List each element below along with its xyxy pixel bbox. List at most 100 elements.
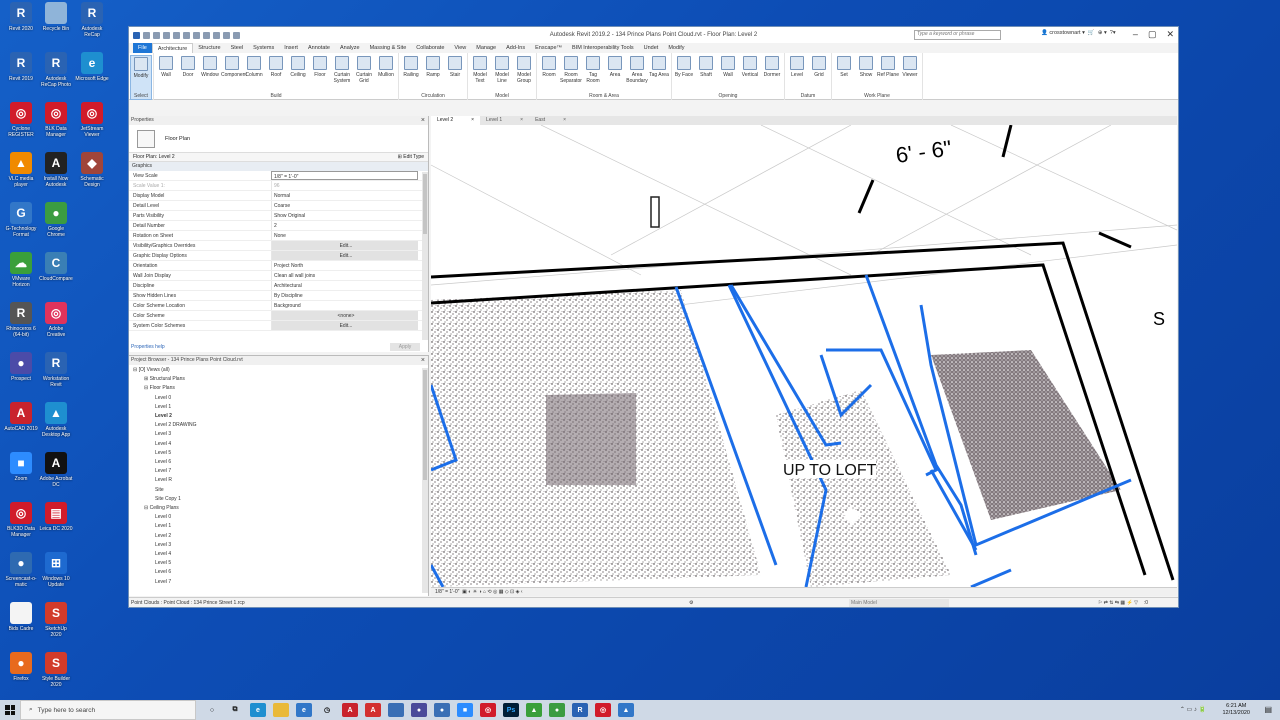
- photoshop-icon[interactable]: Ps: [503, 703, 519, 717]
- 3d-view-icon[interactable]: [213, 31, 220, 39]
- close-icon[interactable]: ×: [563, 116, 566, 125]
- browser-item[interactable]: Level 2: [129, 532, 428, 541]
- type-selector[interactable]: Floor Plan: [129, 125, 428, 153]
- autocad-icon[interactable]: A: [342, 703, 358, 717]
- desktop-icon[interactable]: R Revit 2020: [4, 2, 38, 38]
- desktop-icon[interactable]: A AutoCAD 2019: [4, 402, 38, 438]
- property-value[interactable]: Background: [271, 301, 428, 310]
- acrobat-icon[interactable]: A: [365, 703, 381, 717]
- desktop-icon[interactable]: R Rhinoceros 6 (64-bit): [4, 302, 38, 338]
- close-icon[interactable]: ×: [421, 356, 425, 365]
- vmware-icon[interactable]: ●: [411, 703, 427, 717]
- maximize-icon[interactable]: ▢: [1148, 29, 1157, 40]
- desktop-icon[interactable]: Bids Cadre: [4, 602, 38, 638]
- properties-scrollbar[interactable]: [422, 172, 428, 340]
- close-hidden-icon[interactable]: [233, 31, 240, 39]
- notifications-icon[interactable]: ▤: [1264, 705, 1272, 714]
- jetstream-icon[interactable]: ◎: [595, 703, 611, 717]
- property-row[interactable]: Visibility/Graphics Overrides Edit...: [129, 241, 428, 251]
- browser-item[interactable]: Level 6: [129, 458, 428, 467]
- desktop-icon[interactable]: R Autodesk ReCap: [75, 2, 109, 38]
- property-row[interactable]: Graphic Display Options Edit...: [129, 251, 428, 261]
- selection-icons[interactable]: ⚐ ⇄ ⇅ ⇆ ▦ ⚡ ▽: [1098, 598, 1138, 608]
- ribbon-group-label[interactable]: Opening: [672, 93, 784, 99]
- drawing-canvas[interactable]: 6' - 6" UP TO LOFT S: [431, 125, 1177, 587]
- file-explorer-icon[interactable]: [273, 703, 289, 717]
- browser-item[interactable]: ⊟ Floor Plans: [129, 384, 428, 393]
- browser-item[interactable]: Level 6: [129, 568, 428, 577]
- property-group[interactable]: Graphics: [129, 162, 428, 171]
- room-label[interactable]: UP TO LOFT: [783, 462, 877, 479]
- property-row[interactable]: Color Scheme Location Background: [129, 301, 428, 311]
- ribbon-group-label[interactable]: Room & Area: [537, 93, 671, 99]
- desktop-icon[interactable]: ◎ BLK3D Data Manager: [4, 502, 38, 538]
- property-value[interactable]: By Discipline: [271, 291, 428, 300]
- section-icon[interactable]: [223, 31, 230, 39]
- desktop-icon[interactable]: ◎ JetStream Viewer: [75, 102, 109, 138]
- browser-item[interactable]: Level 3: [129, 430, 428, 439]
- property-value[interactable]: 1/8" = 1'-0": [271, 171, 418, 180]
- close-icon[interactable]: ×: [520, 116, 523, 125]
- desktop-icon[interactable]: ◎ Adobe Creative: [39, 302, 73, 338]
- tab-architecture[interactable]: Architecture: [151, 43, 194, 53]
- workset-icon[interactable]: ⚙: [689, 598, 693, 608]
- browser-item[interactable]: Level 5: [129, 449, 428, 458]
- property-value[interactable]: Architectural: [271, 281, 428, 290]
- tab-collaborate[interactable]: Collaborate: [411, 43, 449, 53]
- view-tab[interactable]: Level 1 ×: [480, 116, 529, 125]
- browser-item[interactable]: ⊟ [O] Views (all): [129, 366, 428, 375]
- ribbon-group-label[interactable]: Datum: [785, 93, 831, 99]
- tab-undet[interactable]: Undet: [639, 43, 664, 53]
- browser-item[interactable]: Level 5: [129, 559, 428, 568]
- properties-help-link[interactable]: Properties help: [131, 344, 165, 350]
- redo-icon[interactable]: [173, 31, 180, 39]
- chrome-icon[interactable]: ●: [549, 703, 565, 717]
- clock[interactable]: 6:21 AM 12/13/2020: [1222, 703, 1250, 717]
- browser-item[interactable]: Level 7: [129, 467, 428, 476]
- clock-app-icon[interactable]: ◷: [319, 703, 335, 717]
- tab-structure[interactable]: Structure: [193, 43, 225, 53]
- revit-icon[interactable]: R: [572, 703, 588, 717]
- property-row[interactable]: Detail Level Coarse: [129, 201, 428, 211]
- property-row[interactable]: Detail Number 2: [129, 221, 428, 231]
- property-value[interactable]: Clean all wall joins: [271, 271, 428, 280]
- circle-app-icon[interactable]: ●: [434, 703, 450, 717]
- desktop-icon[interactable]: ◆ Schematic Design: [75, 152, 109, 188]
- browser-item[interactable]: Level 2: [129, 412, 428, 421]
- browser-item[interactable]: Level 0: [129, 394, 428, 403]
- desktop-icon[interactable]: A Install Now Autodesk: [39, 152, 73, 188]
- zoom-icon[interactable]: ■: [457, 703, 473, 717]
- property-row[interactable]: System Color Schemes Edit...: [129, 321, 428, 331]
- desktop-icon[interactable]: e Microsoft Edge: [75, 52, 109, 88]
- property-edit-button[interactable]: <none>: [271, 311, 418, 320]
- text-icon[interactable]: [203, 31, 210, 39]
- browser-item[interactable]: ⊞ Structural Plans: [129, 375, 428, 384]
- browser-item[interactable]: Site Copy 1: [129, 495, 428, 504]
- print-icon[interactable]: [183, 31, 190, 39]
- measure-icon[interactable]: [193, 31, 200, 39]
- property-row[interactable]: Orientation Project North: [129, 261, 428, 271]
- desktop-icon[interactable]: ◎ Cyclone REGISTER: [4, 102, 38, 138]
- desktop-icon[interactable]: R Revit 2019: [4, 52, 38, 88]
- view-tab[interactable]: East ×: [529, 116, 572, 125]
- property-row[interactable]: Discipline Architectural: [129, 281, 428, 291]
- browser-scrollbar[interactable]: [422, 368, 428, 593]
- browser-item[interactable]: ⊟ Ceiling Plans: [129, 504, 428, 513]
- desktop-icon[interactable]: S Style Builder 2020: [39, 652, 73, 688]
- desktop-icon[interactable]: A Adobe Acrobat DC: [39, 452, 73, 488]
- property-row[interactable]: Show Hidden Lines By Discipline: [129, 291, 428, 301]
- ribbon-group-label[interactable]: Circulation: [399, 93, 467, 99]
- property-row[interactable]: Scale Value 1: 96: [129, 181, 428, 191]
- tab-massing-site[interactable]: Massing & Site: [365, 43, 412, 53]
- tab-add-ins[interactable]: Add-Ins: [501, 43, 530, 53]
- tab-annotate[interactable]: Annotate: [303, 43, 335, 53]
- property-row[interactable]: Color Scheme <none>: [129, 311, 428, 321]
- property-edit-button[interactable]: Edit...: [271, 251, 418, 260]
- property-edit-button[interactable]: Edit...: [271, 241, 418, 250]
- ribbon-group-label[interactable]: Build: [154, 93, 398, 99]
- user-account[interactable]: 👤 crosstownart ▾ 🛒 ⊕ ▾ ?▾: [1041, 30, 1116, 36]
- ribbon-group-label[interactable]: Select: [129, 93, 153, 99]
- close-icon[interactable]: ×: [471, 116, 474, 125]
- desktop-icon[interactable]: ● Firefox: [4, 652, 38, 688]
- tab-steel[interactable]: Steel: [226, 43, 249, 53]
